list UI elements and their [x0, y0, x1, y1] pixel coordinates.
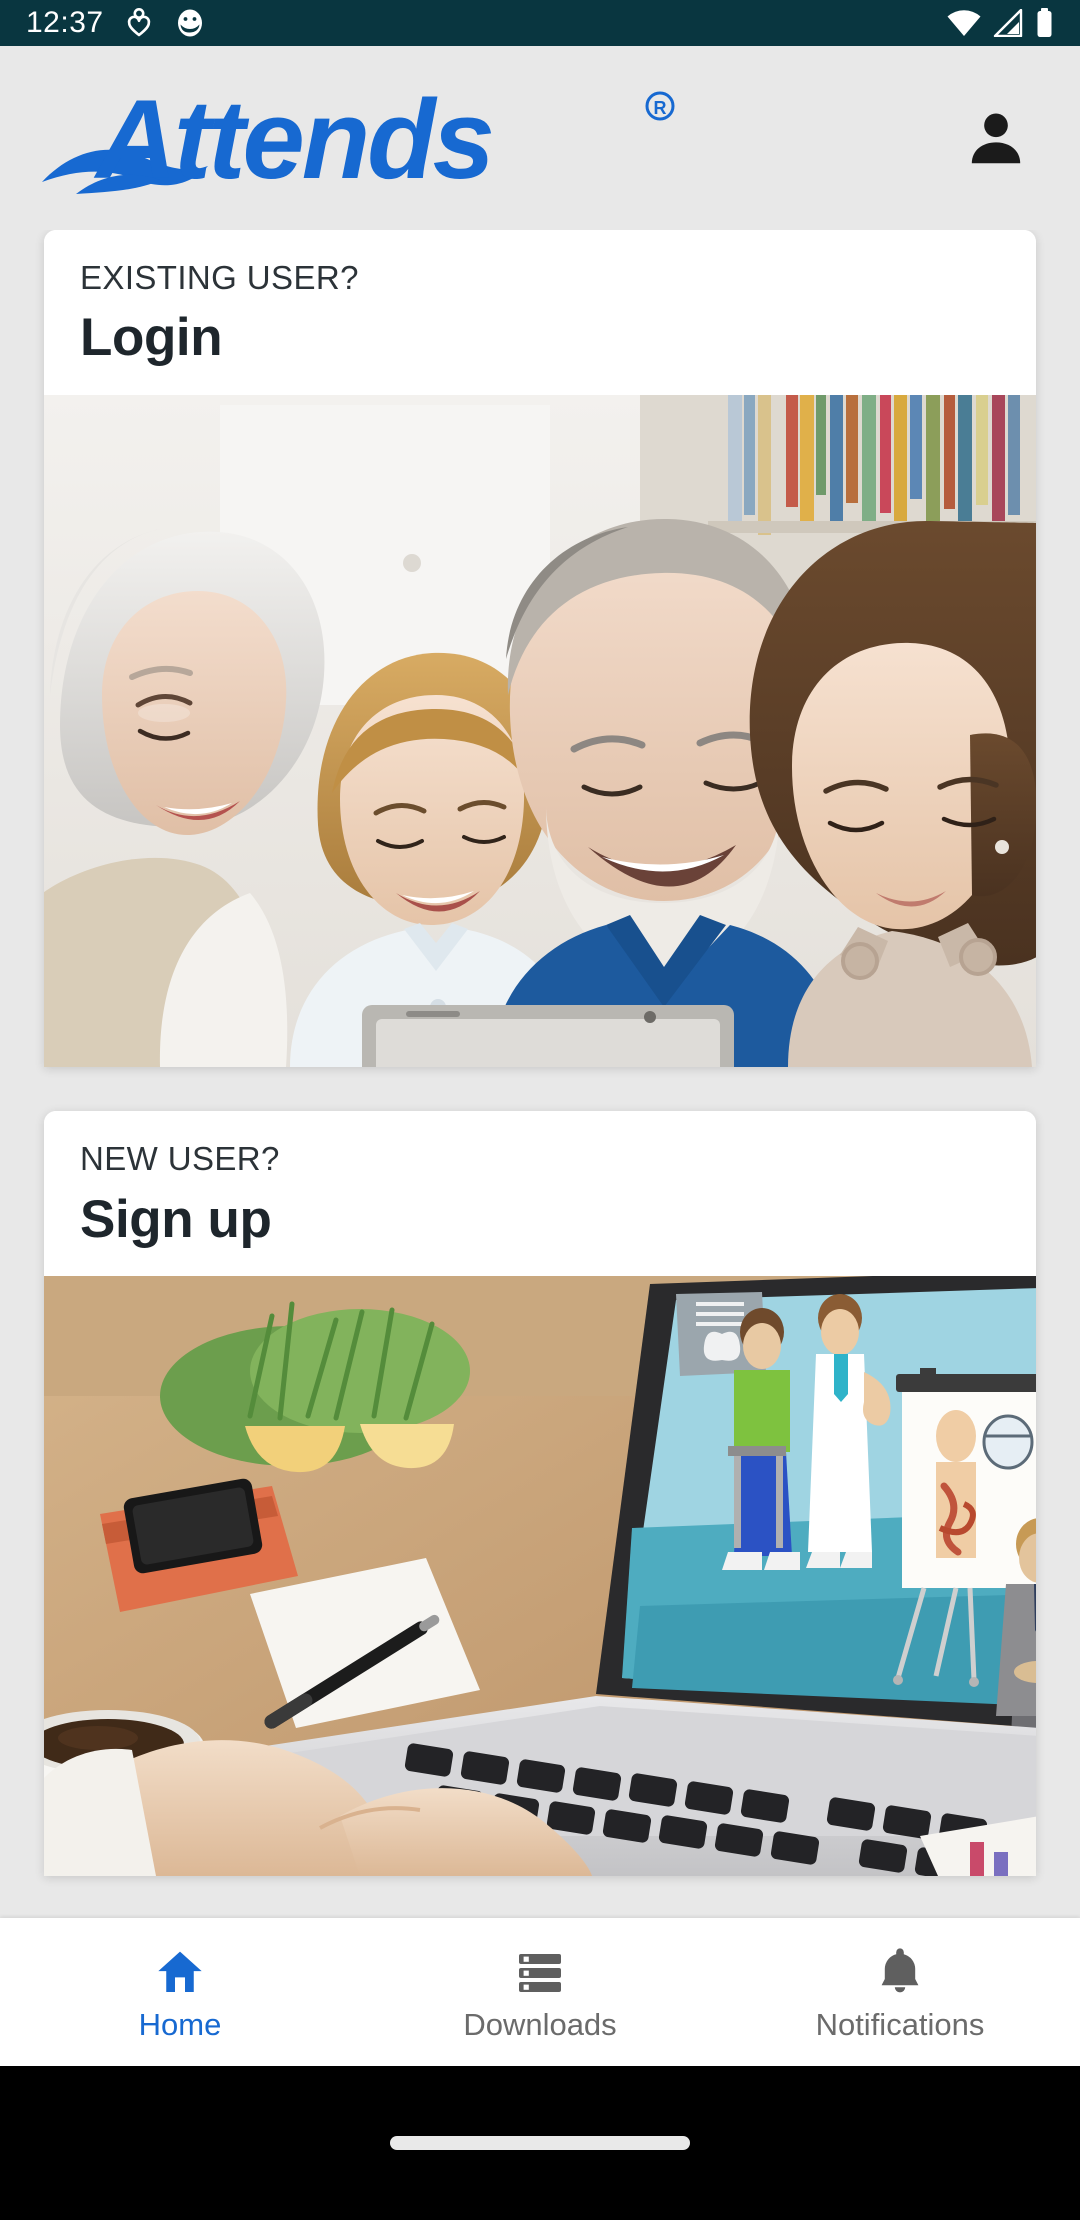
person-heart-icon: [127, 8, 150, 37]
account-button[interactable]: [948, 90, 1044, 186]
bell-icon: [876, 1945, 924, 1999]
phone-screen: 12:37 Attends R EXISTING USER? Login NEW…: [0, 0, 1080, 2220]
signup-card-image[interactable]: [44, 1276, 1036, 1877]
registered-trademark-icon: R: [645, 91, 675, 121]
status-bar-left: 12:37: [26, 7, 206, 39]
wifi-icon: [947, 10, 981, 36]
signup-card-kicker: NEW USER?: [80, 1140, 280, 1178]
storage-list-icon: [515, 1945, 565, 1999]
app-badge-icon: [177, 9, 202, 37]
signup-card-title: Sign up: [80, 1189, 272, 1249]
login-card-header: EXISTING USER? Login: [44, 230, 1036, 396]
status-bar: 12:37: [0, 0, 1080, 46]
login-card[interactable]: EXISTING USER? Login: [44, 230, 1036, 1068]
person-icon: [971, 113, 1021, 164]
nav-label-downloads: Downloads: [463, 2006, 617, 2042]
nav-item-downloads[interactable]: Downloads: [360, 1918, 720, 2066]
nav-item-home[interactable]: Home: [0, 1918, 360, 2066]
battery-icon: [1037, 8, 1052, 37]
login-card-kicker: EXISTING USER?: [80, 259, 359, 296]
home-icon: [154, 1945, 206, 1999]
signal-icon: [993, 9, 1023, 37]
main-content[interactable]: EXISTING USER? Login NEW USER? Sign up: [0, 230, 1080, 1998]
gesture-navigation-bar: [0, 2066, 1080, 2220]
signup-card[interactable]: NEW USER? Sign up: [44, 1111, 1036, 1877]
status-bar-clock: 12:37: [26, 6, 104, 39]
nav-item-notifications[interactable]: Notifications: [720, 1918, 1080, 2066]
brand-logo[interactable]: Attends R: [40, 78, 680, 198]
status-bar-right: [947, 8, 1054, 38]
nav-label-notifications: Notifications: [815, 2006, 985, 2042]
signup-card-header: NEW USER? Sign up: [44, 1111, 1036, 1277]
app-bar: Attends R: [0, 46, 1080, 230]
brand-wordmark: Attends: [93, 78, 492, 198]
nav-label-home: Home: [138, 2006, 222, 2042]
login-card-image[interactable]: [44, 395, 1036, 1068]
bottom-navigation[interactable]: Home Downloads Notifications: [0, 1918, 1080, 2066]
login-card-title: Login: [80, 308, 223, 368]
svg-text:R: R: [654, 98, 667, 118]
home-gesture-pill[interactable]: [390, 2136, 690, 2150]
